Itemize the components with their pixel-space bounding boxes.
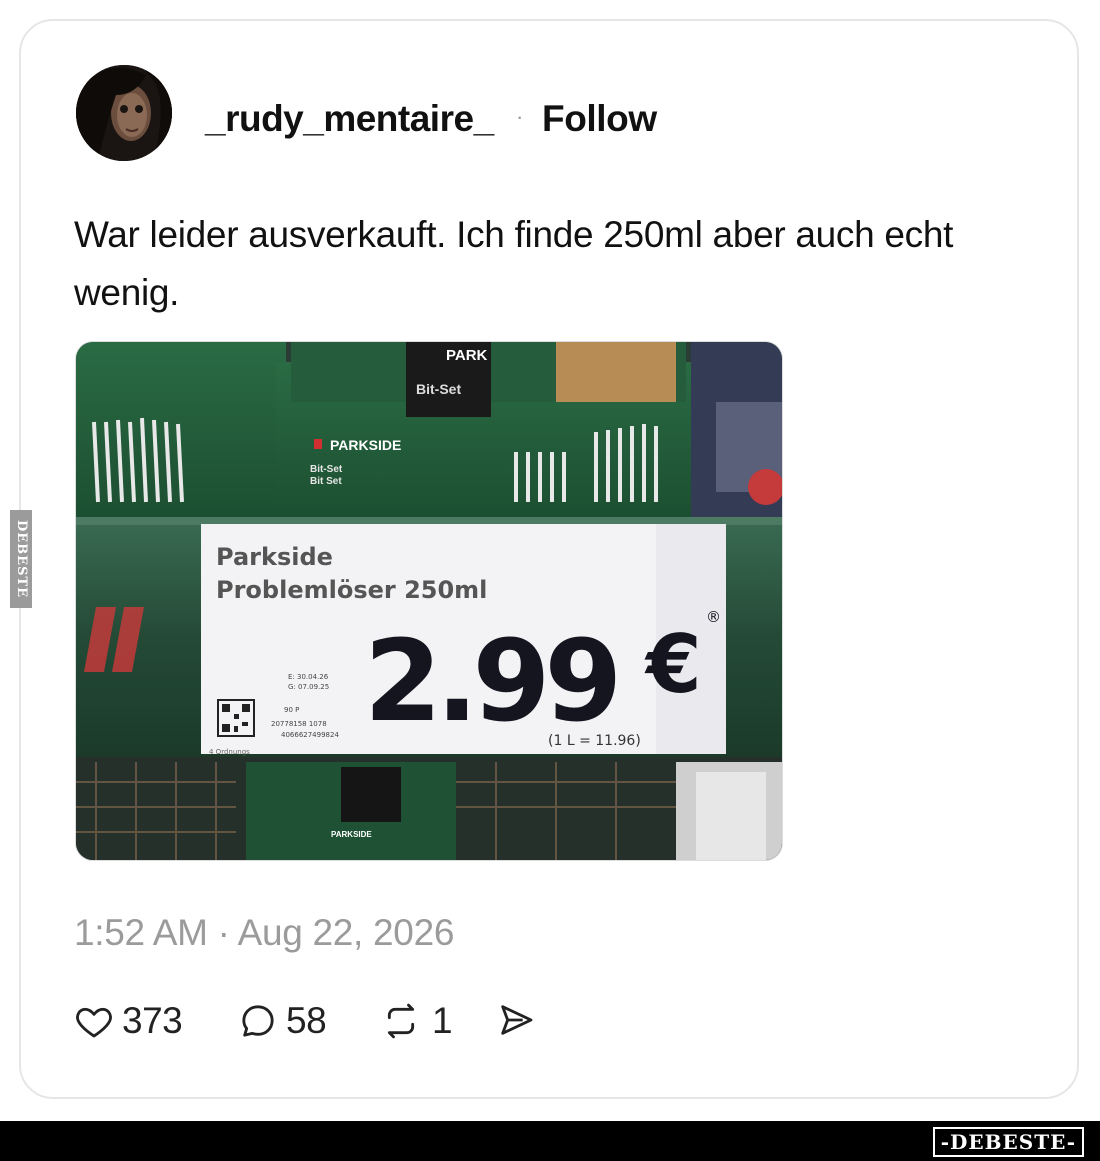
avatar-image — [76, 65, 172, 161]
like-button[interactable]: 373 — [74, 1000, 183, 1042]
brand-top-label: PARK — [446, 347, 488, 364]
like-count: 373 — [122, 1000, 183, 1041]
tag-code-90: 90 P — [284, 706, 299, 714]
repost-button[interactable]: 1 — [378, 1000, 453, 1042]
footer-watermark-logo: -DEBESTE- — [932, 1127, 1084, 1157]
username[interactable]: _rudy_mentaire_ — [205, 98, 494, 140]
tag-code-e: E: 30.04.26 — [288, 673, 329, 681]
tag-footer-small: 4 Ordnungs — [209, 748, 250, 756]
comment-button[interactable]: 58 — [238, 1000, 327, 1042]
tag-registered: ® — [706, 608, 721, 626]
box-brand-label: PARKSIDE — [330, 437, 401, 453]
tag-code-g: G: 07.09.25 — [288, 683, 329, 691]
post-text: War leider ausverkauft. Ich finde 250ml … — [74, 214, 954, 313]
box-bitset-label: Bit-Set — [310, 464, 343, 475]
post-timestamp[interactable]: 1:52 AM · Aug 22, 2026 — [74, 912, 454, 954]
comment-count: 58 — [286, 1000, 327, 1041]
follow-button[interactable]: Follow — [542, 98, 657, 140]
repost-icon — [387, 1003, 415, 1039]
tag-ean: 4066627499824 — [281, 731, 339, 739]
tag-currency: € — [644, 618, 702, 711]
share-button[interactable] — [494, 1000, 538, 1040]
comment-icon — [242, 1005, 274, 1037]
side-watermark: DEBESTE — [10, 510, 32, 608]
separator-dot: · — [516, 104, 524, 129]
bottom-brand-label: PARKSIDE — [331, 830, 372, 839]
shelf-photo: PARK Bit-Set PARKSIDE Bit-Set Bit Set Pa… — [76, 342, 782, 860]
footer-bar: -DEBESTE- — [0, 1121, 1100, 1161]
repost-count: 1 — [432, 1000, 453, 1041]
send-icon — [501, 1005, 533, 1035]
heart-icon — [76, 1007, 112, 1038]
tag-line1: Parkside — [216, 543, 333, 571]
tag-line2: Problemlöser 250ml — [216, 576, 487, 604]
tag-price: 2.99 — [364, 617, 616, 747]
tag-qr-code — [217, 699, 255, 737]
bitset-top-label: Bit-Set — [416, 381, 461, 397]
tag-code-art: 20778158 1078 — [271, 720, 327, 728]
box-bitset2-label: Bit Set — [310, 476, 342, 487]
post-image[interactable]: PARK Bit-Set PARKSIDE Bit-Set Bit Set Pa… — [75, 341, 783, 861]
avatar[interactable] — [76, 65, 172, 161]
tag-unit-price: (1 L = 11.96) — [548, 733, 641, 749]
